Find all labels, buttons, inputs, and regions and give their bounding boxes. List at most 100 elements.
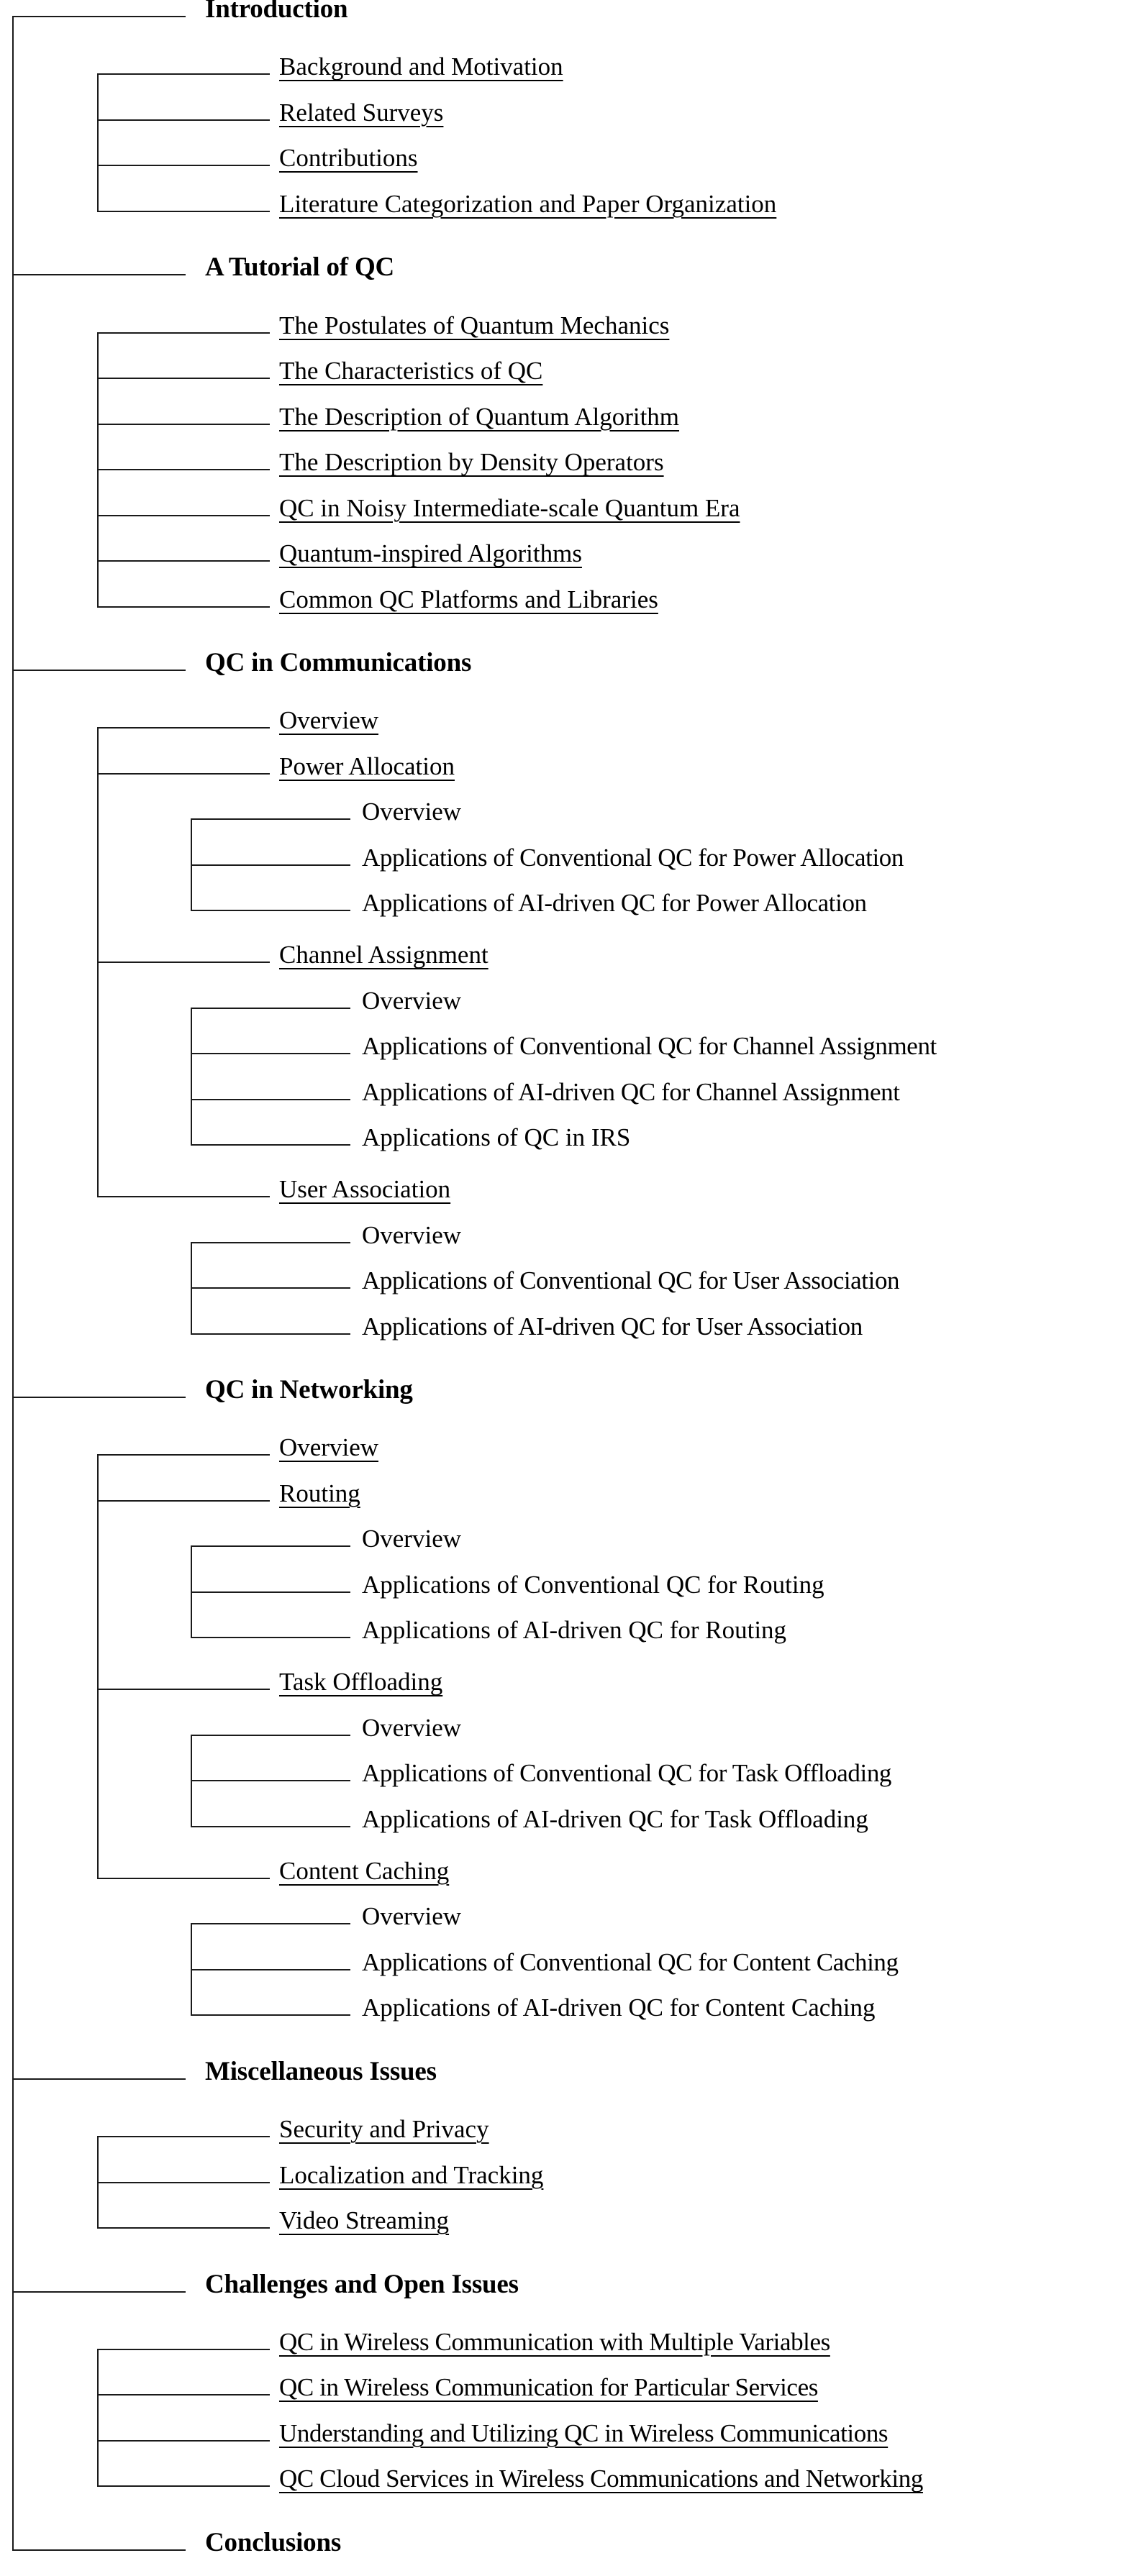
subsection-label: Related Surveys (279, 98, 444, 127)
connector-horizontal (97, 2227, 270, 2229)
subsection-label: Video Streaming (279, 2206, 450, 2234)
connector-horizontal (191, 1144, 350, 1146)
connector-horizontal (97, 119, 270, 121)
connector-horizontal (191, 818, 350, 821)
connector-horizontal (191, 1591, 350, 1593)
subsection-label: Overview (279, 706, 379, 735)
connector-horizontal (191, 2014, 350, 2017)
connector-horizontal (191, 1333, 350, 1335)
connector-vertical (191, 818, 192, 910)
subsubsection-label: Applications of QC in IRS (362, 1123, 631, 1152)
connector-vertical (191, 1007, 192, 1145)
connector-horizontal (97, 1499, 270, 1502)
subsection-label: The Description of Quantum Algorithm (279, 402, 680, 431)
connector-horizontal (97, 1196, 270, 1198)
connector-horizontal (97, 727, 270, 729)
connector-horizontal (12, 2549, 186, 2551)
connector-horizontal (191, 864, 350, 866)
connector-horizontal (97, 73, 270, 76)
connector-horizontal (191, 1780, 350, 1782)
connector-horizontal (12, 2078, 186, 2080)
connector-horizontal (97, 2439, 270, 2442)
subsection-label: QC in Noisy Intermediate-scale Quantum E… (279, 493, 740, 522)
subsubsection-label: Applications of Conventional QC for Powe… (362, 843, 904, 872)
connector-horizontal (97, 165, 270, 167)
connector-horizontal (191, 1007, 350, 1009)
subsection-label: Common QC Platforms and Libraries (279, 585, 658, 613)
connector-horizontal (191, 1287, 350, 1289)
subsection-label: Localization and Tracking (279, 2160, 544, 2189)
connector-horizontal (191, 1241, 350, 1243)
subsection-label: QC Cloud Services in Wireless Communicat… (279, 2465, 923, 2493)
connector-horizontal (97, 962, 270, 964)
section-label: Introduction (205, 0, 348, 24)
section-label: Conclusions (205, 2528, 342, 2557)
subsection-label: Contributions (279, 144, 418, 173)
connector-horizontal (12, 1397, 186, 1399)
connector-horizontal (97, 469, 270, 471)
subsubsection-label: Applications of AI-driven QC for Content… (362, 1993, 876, 2022)
connector-horizontal (191, 1923, 350, 1925)
subsection-label: The Postulates of Quantum Mechanics (279, 311, 670, 339)
connector-vertical (97, 2348, 99, 2486)
connector-horizontal (97, 2485, 270, 2488)
subsection-label: Power Allocation (279, 752, 455, 780)
connector-vertical (191, 1241, 192, 1333)
subsubsection-label: Applications of AI-driven QC for Power A… (362, 889, 867, 918)
connector-vertical (97, 2136, 99, 2227)
section-label: A Tutorial of QC (205, 252, 395, 283)
connector-horizontal (97, 606, 270, 608)
subsection-label: Literature Categorization and Paper Orga… (279, 189, 777, 218)
section-label: Miscellaneous Issues (205, 2056, 437, 2086)
subsubsection-label: Applications of Conventional QC for Cont… (362, 1947, 899, 1976)
subsubsection-label: Overview (362, 1525, 462, 1553)
connector-horizontal (191, 1637, 350, 1639)
connector-horizontal (97, 210, 270, 212)
subsection-label: Content Caching (279, 1856, 450, 1885)
connector-horizontal (191, 1098, 350, 1100)
subsubsection-label: Applications of AI-driven QC for Routing (362, 1616, 787, 1645)
connector-horizontal (97, 1877, 270, 1879)
connector-horizontal (97, 1689, 270, 1691)
subsection-label: Overview (279, 1433, 379, 1462)
subsubsection-label: Applications of AI-driven QC for Task Of… (362, 1804, 868, 1833)
paper-organization-tree: Introduction Background and Motivation Rel… (0, 0, 1136, 2576)
subsection-label: The Description by Density Operators (279, 448, 664, 477)
connector-horizontal (97, 1454, 270, 1456)
subsection-label: QC in Wireless Communication with Multip… (279, 2327, 830, 2356)
subsection-label: Routing (279, 1479, 360, 1507)
subsubsection-label: Overview (362, 1902, 462, 1931)
connector-horizontal (191, 1053, 350, 1055)
connector-horizontal (191, 1734, 350, 1736)
subsubsection-label: Overview (362, 986, 462, 1015)
connector-vertical (97, 727, 99, 1197)
connector-horizontal (191, 1968, 350, 1970)
connector-horizontal (97, 514, 270, 516)
subsubsection-label: Applications of AI-driven QC for Channel… (362, 1077, 900, 1106)
connector-vertical (191, 1545, 192, 1638)
connector-horizontal (97, 2348, 270, 2350)
subsubsection-label: Applications of Conventional QC for Task… (362, 1759, 892, 1788)
section-label: Challenges and Open Issues (205, 2269, 519, 2299)
connector-horizontal (191, 1825, 350, 1827)
connector-horizontal (97, 2181, 270, 2183)
subsection-label: QC in Wireless Communication for Particu… (279, 2373, 818, 2402)
connector-horizontal (97, 560, 270, 562)
subsection-label: Channel Assignment (279, 941, 489, 969)
connector-vertical (191, 1734, 192, 1826)
connector-horizontal (12, 274, 186, 276)
subsubsection-label: Applications of Conventional QC for User… (362, 1266, 900, 1295)
subsubsection-label: Overview (362, 1713, 462, 1742)
connector-vertical (191, 1923, 192, 2015)
connector-horizontal (97, 2394, 270, 2396)
subsubsection-label: Applications of AI-driven QC for User As… (362, 1312, 863, 1340)
subsection-label: Security and Privacy (279, 2115, 489, 2144)
connector-horizontal (12, 670, 186, 672)
subsection-label: Task Offloading (279, 1668, 443, 1696)
connector-horizontal (97, 332, 270, 334)
connector-horizontal (97, 423, 270, 425)
section-label: QC in Communications (205, 648, 472, 678)
connector-vertical (97, 332, 99, 606)
subsection-label: User Association (279, 1175, 451, 1204)
connector-horizontal (191, 1545, 350, 1548)
